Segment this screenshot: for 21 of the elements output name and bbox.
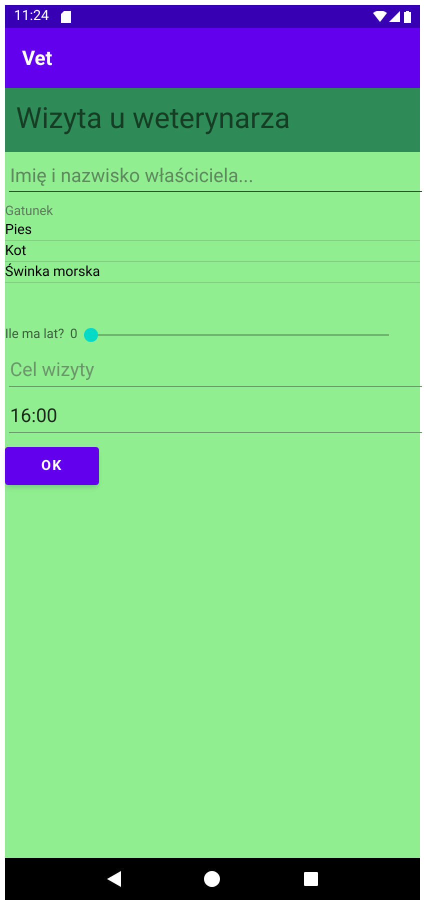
species-option[interactable]: Pies: [5, 220, 32, 240]
recents-icon[interactable]: [304, 872, 318, 886]
page-heading: Wizyta u weterynarza: [16, 101, 290, 138]
app-title: Vet: [22, 45, 52, 72]
species-option[interactable]: Kot: [5, 240, 26, 262]
age-label: Ile ma lat?: [5, 326, 64, 344]
back-icon[interactable]: [106, 871, 121, 887]
time-field[interactable]: 16:00: [9, 399, 422, 433]
species-option[interactable]: Świnka morska: [5, 262, 100, 282]
slider-thumb[interactable]: [84, 328, 98, 342]
wifi-icon: [373, 11, 387, 22]
signal-icon: [389, 11, 400, 22]
status-time: 11:24: [14, 7, 49, 26]
ok-button[interactable]: OK: [5, 447, 99, 485]
home-icon[interactable]: [204, 871, 220, 887]
battery-icon: [404, 10, 411, 22]
owner-name-field[interactable]: Imię i nazwisko właściciela...: [9, 160, 422, 192]
visit-purpose-field[interactable]: Cel wizyty: [9, 353, 422, 387]
species-label: Gatunek: [5, 204, 54, 220]
sd-card-icon: [60, 10, 71, 22]
age-value: 0: [70, 326, 78, 344]
